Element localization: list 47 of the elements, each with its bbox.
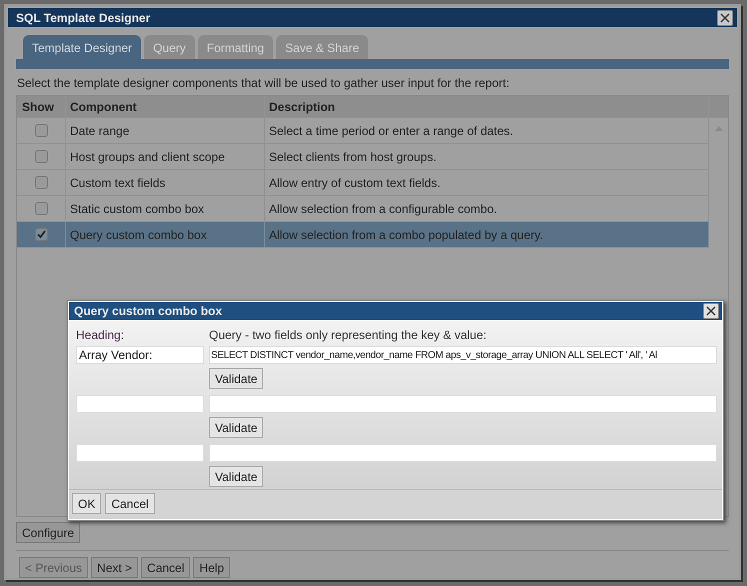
checkbox[interactable]	[34, 228, 48, 241]
table-cell: Allow selection from a configurable combo.	[265, 196, 709, 221]
table-cell: Select a time period or enter a range of dates.	[265, 118, 709, 143]
checkbox[interactable]	[34, 150, 48, 163]
validate-button[interactable]: Validate	[209, 466, 264, 488]
field-label: Heading:	[76, 328, 126, 342]
heading-field[interactable]	[76, 444, 204, 462]
checkbox[interactable]	[34, 176, 48, 189]
instruction-text: Select the template designer components that will be used to gather user input for the report:	[16, 75, 510, 92]
heading-field[interactable]	[76, 395, 204, 414]
footer-button[interactable]: Next >	[91, 557, 138, 578]
column-header: Show	[17, 96, 66, 117]
close-icon	[720, 12, 730, 22]
validate-button[interactable]: Validate	[209, 417, 264, 438]
table-row[interactable]: Date range Select a time period or enter a range of dates.	[17, 118, 709, 144]
query-field[interactable]	[209, 395, 717, 414]
dialog-title: Query custom combo box	[74, 304, 222, 318]
column-header: Component	[66, 96, 265, 117]
footer-button[interactable]: Cancel	[141, 557, 190, 578]
table-cell: Static custom combo box	[66, 196, 265, 221]
table-cell: Custom text fields	[66, 170, 265, 195]
query-field[interactable]	[209, 444, 717, 462]
checkbox[interactable]	[34, 202, 48, 215]
checkbox[interactable]	[34, 124, 48, 137]
footer-button[interactable]: Help	[193, 557, 230, 578]
table-row[interactable]: Host groups and client scope Select clients from host groups.	[17, 144, 709, 170]
configure-button[interactable]: Configure	[16, 522, 80, 543]
close-button[interactable]	[703, 303, 719, 320]
table-row[interactable]: Query custom combo box Allow selection from a combo populated by a query.	[17, 222, 709, 248]
query-field[interactable]: SELECT DISTINCT vendor_name,vendor_name FROM aps_v_storage_array UNION ALL SELECT ' All', ' Al	[209, 346, 717, 364]
heading-field[interactable]: Array Vendor:	[76, 346, 204, 364]
table-cell: Allow selection from a combo populated by a query.	[265, 222, 709, 247]
window-title: SQL Template Designer	[16, 10, 150, 24]
table-cell: Select clients from host groups.	[265, 144, 709, 169]
close-button[interactable]	[717, 10, 733, 26]
tab[interactable]: Template Designer	[23, 35, 142, 59]
validate-button[interactable]: Validate	[209, 368, 264, 390]
table-cell: Host groups and client scope	[66, 144, 265, 169]
field-label: Query - two fields only representing the key & value:	[209, 328, 488, 342]
table-cell: Allow entry of custom text fields.	[265, 170, 709, 195]
table-cell: Query custom combo box	[66, 222, 265, 247]
dialog-button[interactable]: Cancel	[105, 493, 155, 514]
column-header: Description	[265, 96, 709, 117]
dialog-button[interactable]: OK	[72, 493, 102, 514]
table-row[interactable]: Custom text fields Allow entry of custom text fields.	[17, 170, 709, 196]
close-icon	[706, 306, 716, 316]
table-cell: Date range	[66, 118, 265, 143]
